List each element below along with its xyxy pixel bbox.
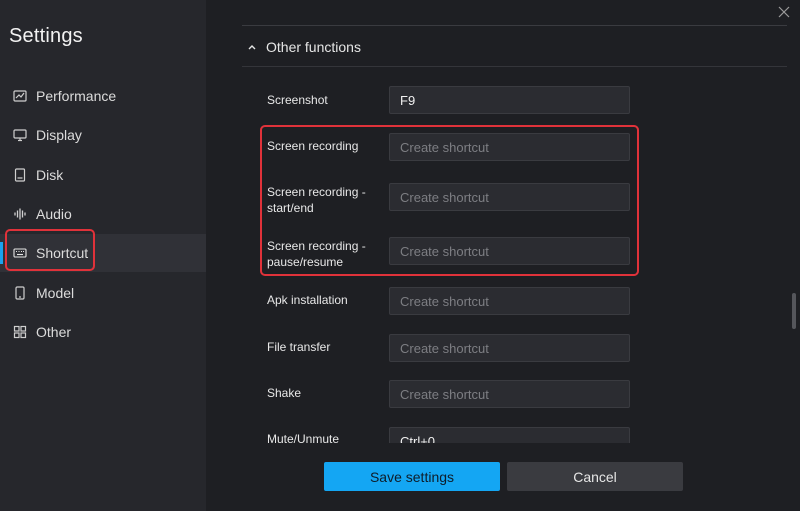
sidebar-item-model[interactable]: Model xyxy=(0,274,206,312)
sidebar-item-label: Display xyxy=(36,127,82,143)
phone-icon xyxy=(12,285,28,301)
grid-icon xyxy=(12,324,28,340)
shortcut-label-apk-installation: Apk installation xyxy=(267,293,348,307)
shortcut-label-shake: Shake xyxy=(267,386,302,400)
close-button[interactable] xyxy=(774,2,794,22)
disk-icon xyxy=(12,167,28,183)
audio-bars-icon xyxy=(12,206,28,222)
cancel-button[interactable]: Cancel xyxy=(507,462,683,491)
chevron-up-icon xyxy=(246,41,258,53)
chart-icon xyxy=(12,88,28,104)
sidebar-item-label: Model xyxy=(36,285,75,301)
monitor-icon xyxy=(12,127,28,143)
shortcut-label-file-transfer: File transfer xyxy=(267,340,331,354)
footer: Save settings Cancel xyxy=(206,443,800,511)
sidebar-item-label: Performance xyxy=(36,88,117,104)
highlight-frame-shortcut xyxy=(5,229,95,271)
shortcut-input-apk-installation[interactable] xyxy=(389,287,630,315)
section-title: Other functions xyxy=(266,39,361,55)
sidebar: Settings Performance Display Disk Audio xyxy=(0,0,206,511)
settings-content: Other functions Screenshot Screen record… xyxy=(206,0,800,511)
settings-window: Settings Performance Display Disk Audio xyxy=(0,0,800,511)
sidebar-item-label: Other xyxy=(36,324,72,340)
sidebar-item-label: Audio xyxy=(36,206,72,222)
save-settings-button[interactable]: Save settings xyxy=(324,462,500,491)
scrollbar-thumb[interactable] xyxy=(792,293,796,329)
sidebar-item-performance[interactable]: Performance xyxy=(0,77,206,115)
sidebar-item-disk[interactable]: Disk xyxy=(0,156,206,194)
close-icon xyxy=(778,6,790,18)
sidebar-item-display[interactable]: Display xyxy=(0,116,206,154)
shortcut-input-screenshot[interactable] xyxy=(389,86,630,114)
section-toggle-other-functions[interactable]: Other functions xyxy=(246,39,361,55)
shortcut-input-file-transfer[interactable] xyxy=(389,334,630,362)
sidebar-item-other[interactable]: Other xyxy=(0,313,206,351)
sidebar-item-label: Disk xyxy=(36,167,64,183)
highlight-frame-screen-recording xyxy=(260,125,639,276)
shortcut-label-screenshot: Screenshot xyxy=(267,93,328,107)
divider xyxy=(242,25,787,26)
divider xyxy=(242,66,787,67)
shortcut-input-shake[interactable] xyxy=(389,380,630,408)
sidebar-title: Settings xyxy=(9,25,83,47)
sidebar-item-audio[interactable]: Audio xyxy=(0,195,206,233)
